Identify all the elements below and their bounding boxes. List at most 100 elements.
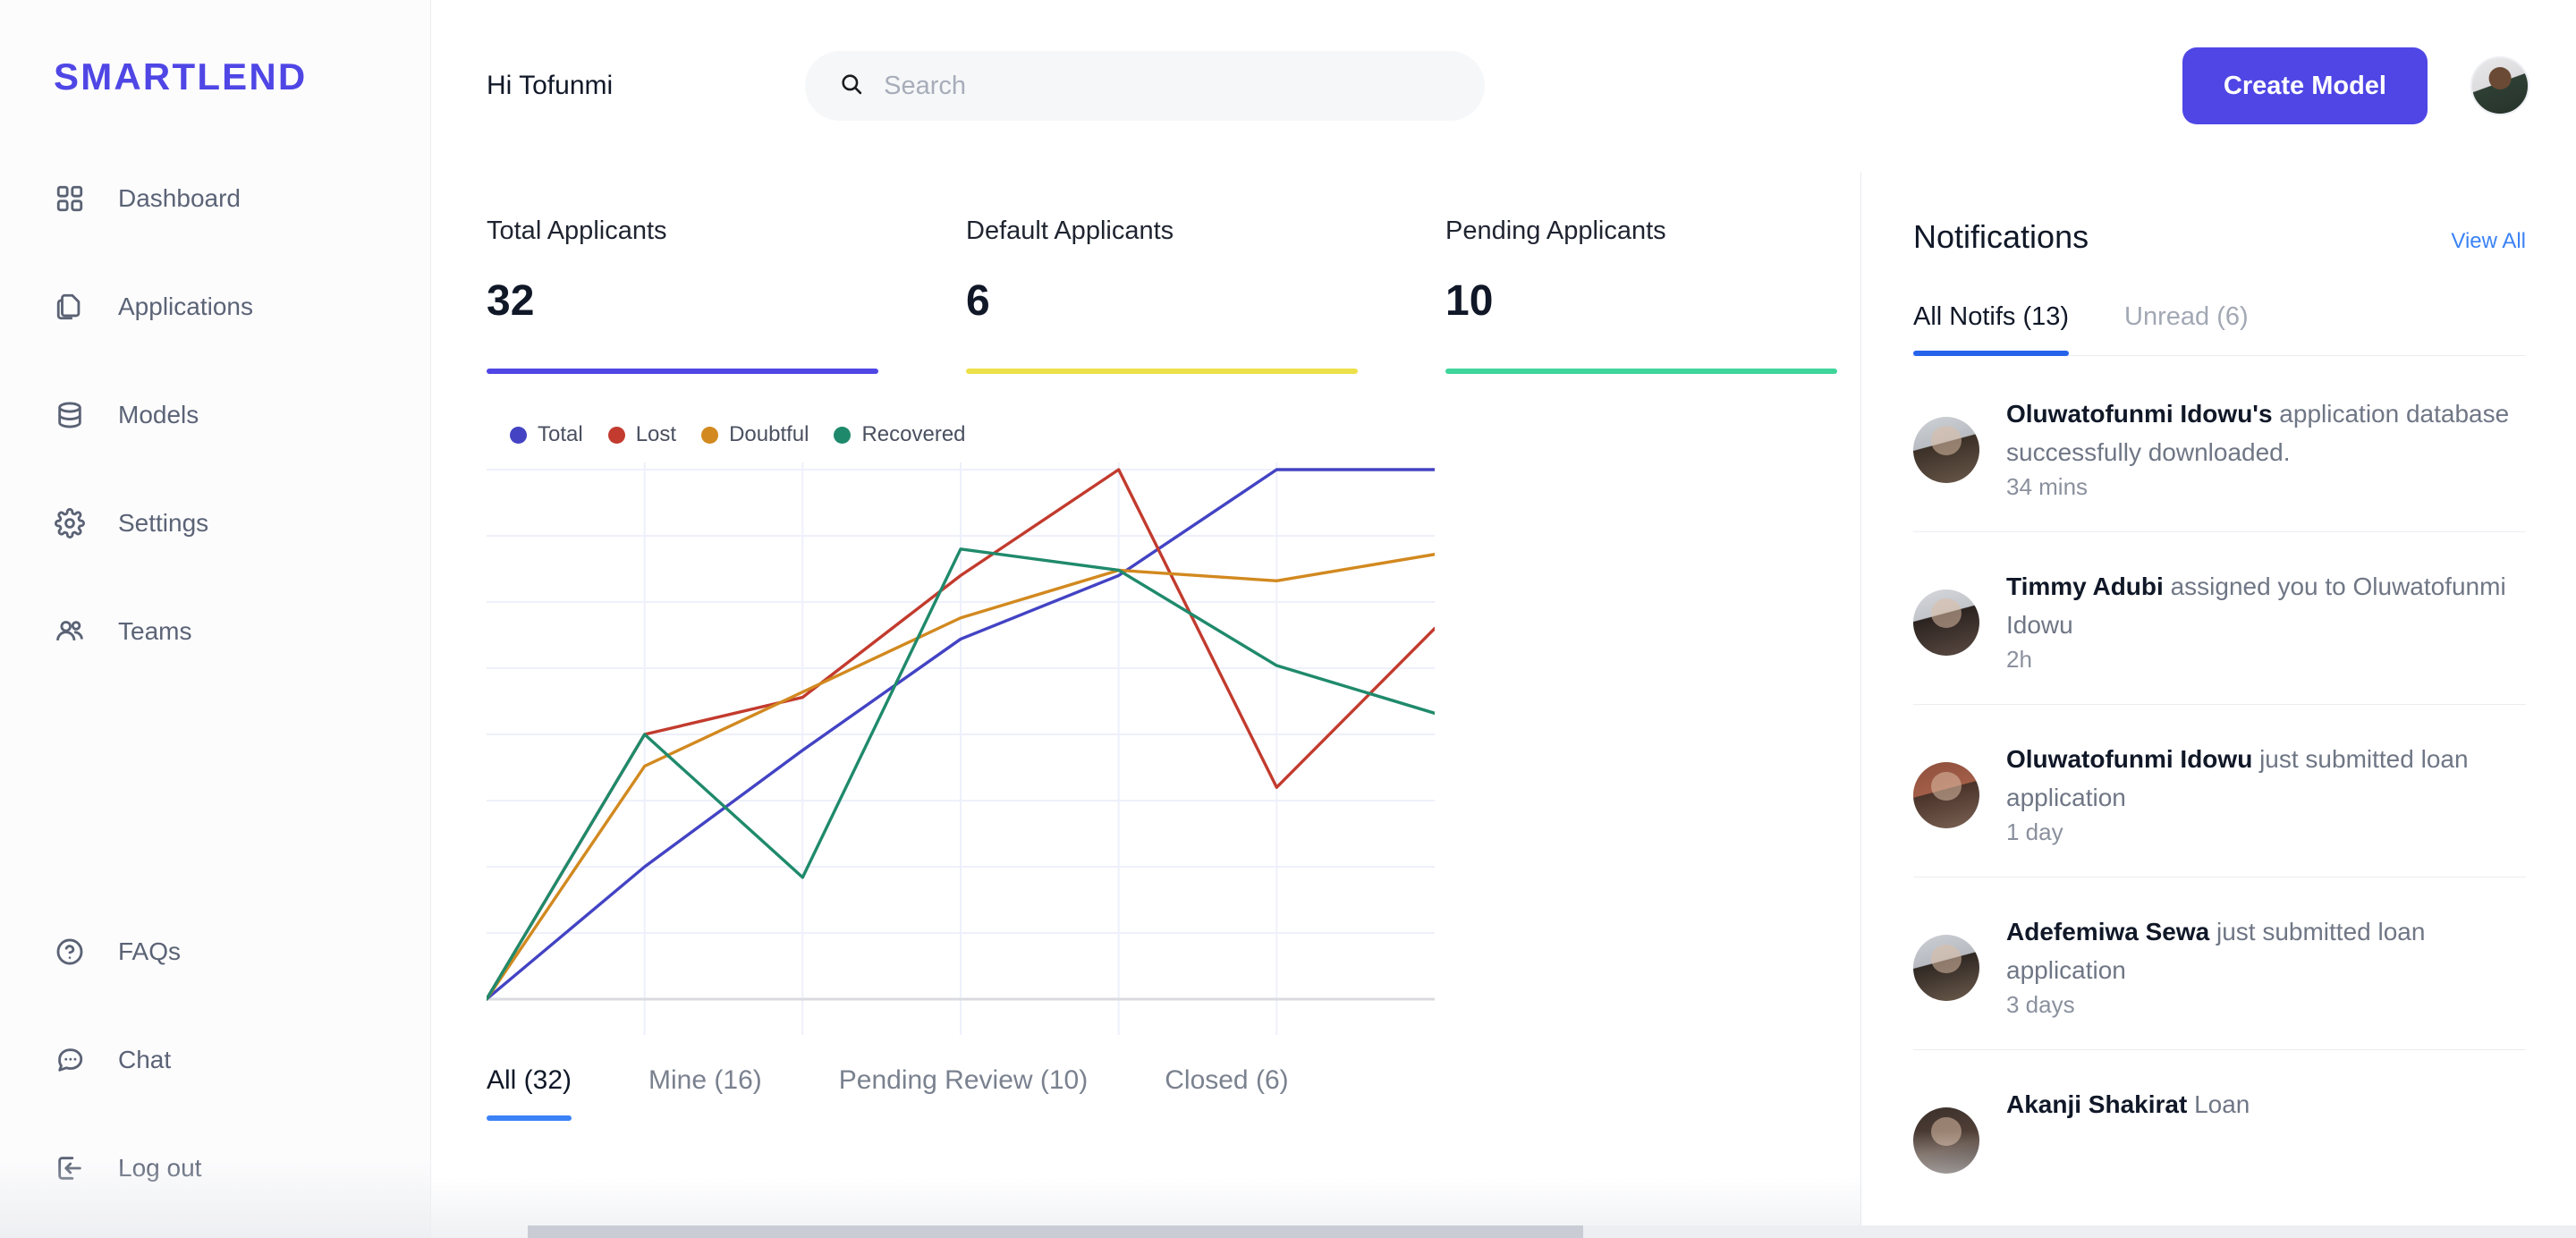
sidebar-item-label: Chat: [118, 1046, 172, 1073]
sidebar-item-chat[interactable]: Chat: [0, 1026, 430, 1094]
users-icon: [52, 614, 88, 649]
stat-value: 10: [1445, 277, 1494, 325]
notification-item[interactable]: Oluwatofunmi Idowu's application databas…: [1913, 360, 2526, 533]
notification-avatar: [1913, 762, 1979, 829]
notification-timestamp: 2h: [2006, 646, 2032, 674]
tab-mine[interactable]: Mine (16): [648, 1065, 762, 1121]
legend-item-doubtful[interactable]: Doubtful: [701, 422, 809, 447]
stat-card-total-applicants: Total Applicants 32: [487, 216, 966, 374]
notification-avatar: [1913, 417, 1979, 483]
notifications-tabs: All Notifs (13) Unread (6): [1913, 302, 2526, 356]
stat-card-default-applicants: Default Applicants 6: [966, 216, 1445, 374]
search-icon: [839, 72, 864, 101]
legend-item-total[interactable]: Total: [510, 422, 583, 447]
tab-closed[interactable]: Closed (6): [1165, 1065, 1288, 1121]
documents-icon: [52, 289, 88, 325]
sidebar-item-teams[interactable]: Teams: [0, 598, 430, 666]
notifications-header: Notifications View All: [1913, 172, 2526, 256]
notification-actor: Akanji Shakirat: [2006, 1090, 2188, 1119]
legend-label: Recovered: [861, 422, 966, 446]
sidebar-item-models[interactable]: Models: [0, 381, 430, 449]
notification-actor: Adefemiwa Sewa: [2006, 918, 2210, 946]
notification-timestamp: 3 days: [2006, 991, 2075, 1019]
notification-item[interactable]: Timmy Adubi assigned you to Oluwatofunmi…: [1913, 532, 2526, 706]
notification-text: Timmy Adubi assigned you to Oluwatofunmi…: [2006, 572, 2506, 639]
brand-logo: SMARTLEND: [54, 55, 308, 98]
sidebar-item-logout[interactable]: Log out: [0, 1134, 430, 1202]
legend-color-swatch: [834, 426, 852, 444]
sidebar-item-label: FAQs: [118, 937, 182, 965]
notification-actor: Timmy Adubi: [2006, 572, 2164, 601]
scrollbar-thumb[interactable]: [528, 1225, 1583, 1238]
notification-actor: Oluwatofunmi Idowu: [2006, 745, 2253, 774]
tab-label: Closed (6): [1165, 1065, 1289, 1095]
notification-avatar: [1913, 589, 1979, 657]
stat-accent-rule: [487, 369, 878, 374]
tab-label: All (32): [487, 1065, 572, 1095]
notification-avatar: [1913, 935, 1979, 1002]
notification-body: Oluwatofunmi Idowu's application databas…: [2006, 395, 2526, 501]
stat-label: Total Applicants: [487, 216, 667, 245]
notification-body: Timmy Adubi assigned you to Oluwatofunmi…: [2006, 568, 2526, 674]
notification-timestamp: 1 day: [2006, 818, 2063, 846]
help-circle-icon: [52, 934, 88, 970]
sidebar-nav-primary: Dashboard Applications Models Settings T…: [0, 165, 430, 706]
sidebar-item-label: Log out: [118, 1154, 202, 1182]
legend-label: Total: [538, 422, 583, 446]
sidebar-item-label: Teams: [118, 617, 192, 645]
tab-pending-review[interactable]: Pending Review (10): [839, 1065, 1088, 1121]
sidebar-item-settings[interactable]: Settings: [0, 489, 430, 557]
sidebar-item-label: Applications: [118, 293, 253, 320]
stat-accent-rule: [966, 369, 1358, 374]
horizontal-scrollbar[interactable]: [528, 1225, 2576, 1238]
gear-icon: [52, 505, 88, 541]
tab-label: Unread (6): [2124, 302, 2249, 331]
tab-all[interactable]: All (32): [487, 1065, 572, 1121]
notification-body: Oluwatofunmi Idowu just submitted loan a…: [2006, 741, 2526, 846]
search-input[interactable]: [884, 71, 1452, 101]
user-avatar[interactable]: [2470, 56, 2529, 115]
notification-actor: Oluwatofunmi Idowu's: [2006, 400, 2273, 428]
notification-avatar: [1913, 1107, 1979, 1174]
create-model-button[interactable]: Create Model: [2182, 47, 2428, 124]
legend-item-lost[interactable]: Lost: [607, 422, 677, 447]
sidebar-item-faqs[interactable]: FAQs: [0, 918, 430, 986]
tab-label: Pending Review (10): [838, 1065, 1089, 1095]
sidebar-item-dashboard[interactable]: Dashboard: [0, 165, 430, 233]
legend-item-recovered[interactable]: Recovered: [834, 422, 966, 447]
tab-all-notifs[interactable]: All Notifs (13): [1913, 302, 2070, 356]
applicants-chart: Total Lost Doubtful Recovered All (32) M…: [487, 422, 1860, 1121]
chat-bubble-icon: [52, 1042, 88, 1078]
search-bar[interactable]: [805, 51, 1486, 121]
sidebar-nav-secondary: FAQs Chat Log out: [0, 918, 430, 1202]
greeting-text: Hi Tofunmi: [487, 71, 614, 100]
tab-label: All Notifs (13): [1913, 302, 2070, 331]
chart-plot-area: [487, 462, 1435, 1035]
legend-color-swatch: [701, 426, 719, 444]
sidebar: SMARTLEND Dashboard Applications Models …: [0, 0, 431, 1238]
stat-card-pending-applicants: Pending Applicants 10: [1445, 216, 1925, 374]
tab-unread[interactable]: Unread (6): [2124, 302, 2249, 355]
sidebar-item-label: Settings: [118, 509, 209, 537]
notification-body: Akanji Shakirat Loan: [2006, 1086, 2526, 1174]
notification-text: Oluwatofunmi Idowu's application databas…: [2006, 400, 2510, 466]
notification-text: Oluwatofunmi Idowu just submitted loan a…: [2006, 745, 2469, 811]
sidebar-item-label: Models: [118, 401, 199, 428]
stat-accent-rule: [1445, 369, 1837, 374]
legend-color-swatch: [510, 426, 527, 444]
dashboard-column: Total Applicants 32 Default Applicants 6…: [431, 172, 1860, 1238]
database-icon: [52, 397, 88, 433]
line-chart-svg: [487, 462, 1435, 1035]
view-all-link[interactable]: View All: [2451, 229, 2526, 254]
notification-body: Adefemiwa Sewa just submitted loan appli…: [2006, 913, 2526, 1019]
grid-icon: [52, 181, 88, 216]
stat-value: 32: [487, 277, 535, 325]
legend-label: Lost: [635, 422, 677, 446]
applications-filter-tabs: All (32) Mine (16) Pending Review (10) C…: [487, 1065, 1860, 1121]
app-root: SMARTLEND Dashboard Applications Models …: [0, 0, 2576, 1238]
sidebar-item-applications[interactable]: Applications: [0, 273, 430, 341]
tab-label: Mine (16): [648, 1065, 762, 1095]
notification-item[interactable]: Adefemiwa Sewa just submitted loan appli…: [1913, 878, 2526, 1051]
notification-item[interactable]: Oluwatofunmi Idowu just submitted loan a…: [1913, 705, 2526, 878]
notification-item[interactable]: Akanji Shakirat Loan: [1913, 1050, 2526, 1204]
